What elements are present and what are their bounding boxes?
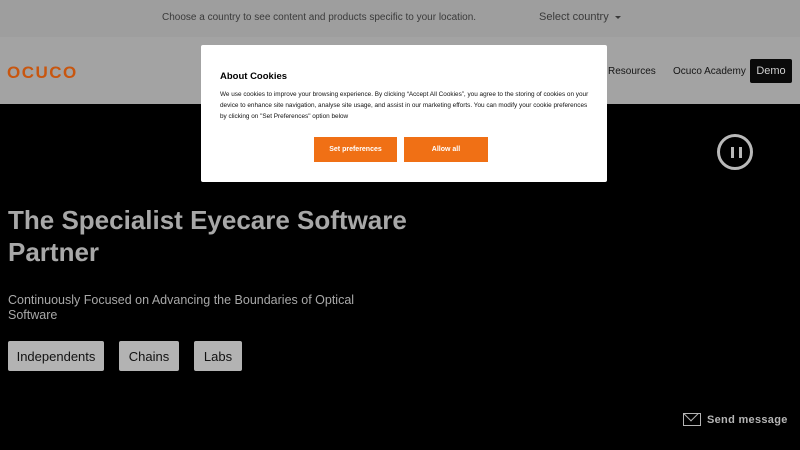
caret-down-icon bbox=[614, 15, 621, 19]
hero-subtitle: Continuously Focused on Advancing the Bo… bbox=[8, 293, 355, 322]
independents-button[interactable]: Independents bbox=[8, 341, 104, 371]
allow-all-button[interactable]: Allow all bbox=[404, 137, 488, 162]
mail-icon bbox=[683, 413, 701, 426]
labs-button[interactable]: Labs bbox=[194, 341, 242, 371]
nav-item-resources[interactable]: Resources bbox=[608, 66, 656, 77]
chains-button[interactable]: Chains bbox=[119, 341, 179, 371]
hero-title: The Specialist Eyecare Software Partner bbox=[8, 205, 407, 267]
country-select-label: Select country bbox=[539, 11, 609, 23]
pause-button[interactable] bbox=[717, 134, 753, 170]
country-select[interactable]: Select country bbox=[539, 11, 621, 23]
pause-icon bbox=[739, 147, 742, 158]
cookie-modal: About Cookies We use cookies to improve … bbox=[201, 45, 607, 182]
country-message: Choose a country to see content and prod… bbox=[162, 12, 477, 23]
send-message-label: Send message bbox=[707, 413, 788, 426]
country-bar: Choose a country to see content and prod… bbox=[0, 0, 800, 37]
demo-button[interactable]: Demo bbox=[750, 59, 792, 83]
set-preferences-button[interactable]: Set preferences bbox=[314, 137, 397, 162]
logo[interactable]: OCUCO bbox=[7, 63, 78, 83]
cookie-text: We use cookies to improve your browsing … bbox=[220, 91, 589, 120]
nav-item-ocuco-academy[interactable]: Ocuco Academy bbox=[673, 66, 746, 77]
cookie-title: About Cookies bbox=[220, 71, 288, 82]
pause-icon bbox=[731, 147, 734, 158]
send-message-button[interactable]: Send message bbox=[683, 413, 788, 426]
